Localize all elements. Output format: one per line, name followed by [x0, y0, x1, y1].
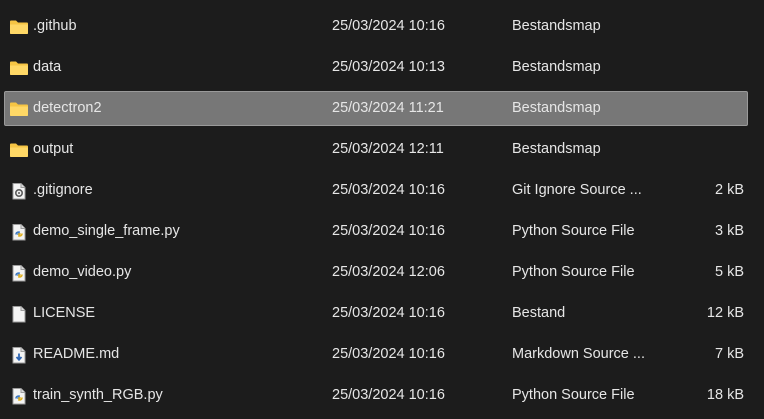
file-name: .gitignore: [33, 182, 93, 198]
file-row-data[interactable]: data 25/03/2024 10:13 Bestandsmap: [4, 50, 748, 85]
file-date-modified: 25/03/2024 12:11: [332, 141, 444, 157]
file-row-demo-single-frame[interactable]: demo_single_frame.py 25/03/2024 10:16 Py…: [4, 214, 748, 249]
file-date-modified: 25/03/2024 10:16: [332, 305, 445, 321]
file-row-detectron2[interactable]: detectron2 25/03/2024 11:21 Bestandsmap: [4, 91, 748, 126]
file-size: 2 kB: [714, 182, 744, 198]
file-date-modified: 25/03/2024 10:16: [332, 346, 445, 362]
file-size: 7 kB: [714, 346, 744, 362]
file-name: data: [33, 59, 62, 75]
python-file-icon: [9, 264, 29, 282]
file-name: detectron2: [33, 100, 102, 116]
file-date-modified: 25/03/2024 10:16: [332, 223, 445, 239]
file-row-output[interactable]: output 25/03/2024 12:11 Bestandsmap: [4, 132, 748, 167]
file-name: output: [33, 141, 74, 157]
file-size: 3 kB: [714, 223, 744, 239]
file-type: Bestandsmap: [512, 18, 601, 34]
file-row-train-synth-rgb[interactable]: train_synth_RGB.py 25/03/2024 10:16 Pyth…: [4, 378, 748, 413]
file-date-modified: 25/03/2024 10:16: [332, 18, 445, 34]
file-date-modified: 25/03/2024 11:21: [332, 100, 444, 116]
file-row-gitignore[interactable]: .gitignore 25/03/2024 10:16 Git Ignore S…: [4, 173, 748, 208]
file-size: 12 kB: [706, 305, 744, 321]
blank-file-icon: [9, 305, 29, 323]
file-type: Bestandsmap: [512, 100, 601, 116]
file-type: Python Source File: [512, 223, 635, 239]
folder-icon: [9, 141, 29, 159]
python-file-icon: [9, 223, 29, 241]
folder-icon: [9, 100, 29, 118]
file-row-demo-video[interactable]: demo_video.py 25/03/2024 12:06 Python So…: [4, 255, 748, 290]
file-type: Bestandsmap: [512, 141, 601, 157]
markdown-file-icon: [9, 346, 29, 364]
file-type: Bestand: [512, 305, 566, 321]
file-name: README.md: [33, 346, 120, 362]
file-name: .github: [33, 18, 77, 34]
file-date-modified: 25/03/2024 10:16: [332, 387, 445, 403]
python-file-icon: [9, 387, 29, 405]
file-date-modified: 25/03/2024 12:06: [332, 264, 445, 280]
file-date-modified: 25/03/2024 10:13: [332, 59, 445, 75]
file-list: .github 25/03/2024 10:16 Bestandsmap dat…: [0, 0, 764, 419]
file-size: 5 kB: [714, 264, 744, 280]
settings-file-icon: [9, 182, 29, 200]
folder-icon: [9, 18, 29, 36]
file-name: LICENSE: [33, 305, 96, 321]
file-type: Markdown Source ...: [512, 346, 645, 362]
file-date-modified: 25/03/2024 10:16: [332, 182, 445, 198]
file-type: Bestandsmap: [512, 59, 601, 75]
file-name: demo_video.py: [33, 264, 132, 280]
file-name: demo_single_frame.py: [33, 223, 180, 239]
file-type: Python Source File: [512, 264, 635, 280]
file-name: train_synth_RGB.py: [33, 387, 163, 403]
file-size: 18 kB: [706, 387, 744, 403]
file-row-readme[interactable]: README.md 25/03/2024 10:16 Markdown Sour…: [4, 337, 748, 372]
file-type: Git Ignore Source ...: [512, 182, 642, 198]
file-row-github[interactable]: .github 25/03/2024 10:16 Bestandsmap: [4, 9, 748, 44]
file-row-license[interactable]: LICENSE 25/03/2024 10:16 Bestand 12 kB: [4, 296, 748, 331]
file-type: Python Source File: [512, 387, 635, 403]
folder-icon: [9, 59, 29, 77]
